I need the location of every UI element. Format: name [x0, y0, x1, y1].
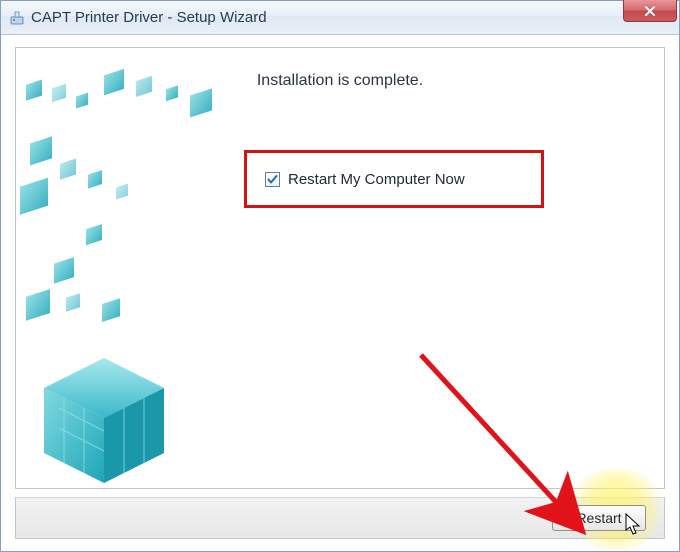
button-bar: Restart: [15, 497, 665, 539]
installation-complete-message: Installation is complete.: [16, 72, 664, 90]
restart-checkbox[interactable]: [265, 172, 280, 187]
content-panel: Installation is complete. Restart My Com…: [15, 47, 665, 489]
restart-button[interactable]: Restart: [552, 505, 646, 531]
setup-wizard-window: CAPT Printer Driver - Setup Wizard: [0, 0, 680, 552]
checkmark-icon: [267, 174, 278, 185]
restart-button-label: Restart: [576, 510, 621, 526]
restart-checkbox-label[interactable]: Restart My Computer Now: [288, 171, 465, 188]
close-icon: [644, 6, 656, 16]
titlebar[interactable]: CAPT Printer Driver - Setup Wizard: [1, 1, 679, 35]
decorative-cubes: [16, 48, 226, 488]
window-title: CAPT Printer Driver - Setup Wizard: [31, 9, 679, 26]
wizard-content: Installation is complete. Restart My Com…: [1, 35, 679, 551]
installer-icon: [9, 10, 25, 26]
close-button[interactable]: [623, 0, 677, 22]
restart-option-highlight-box: Restart My Computer Now: [244, 150, 544, 208]
